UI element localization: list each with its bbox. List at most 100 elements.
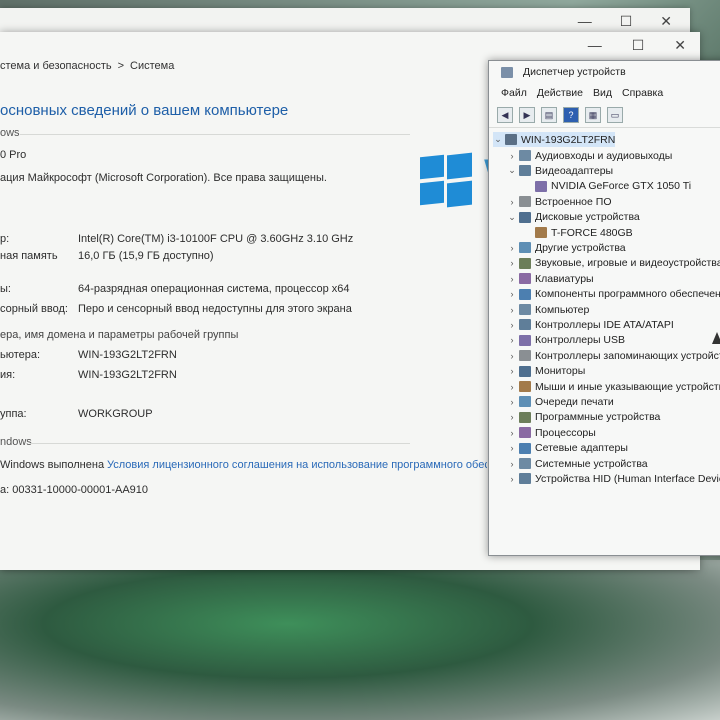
- maximize-button[interactable]: ☐: [632, 37, 645, 54]
- chevron-right-icon[interactable]: ›: [507, 443, 517, 453]
- tree-category-item[interactable]: › Компоненты программного обеспечения: [507, 287, 720, 302]
- menu-file[interactable]: Файл: [501, 87, 527, 99]
- chevron-right-icon[interactable]: ›: [507, 351, 517, 361]
- processor-label: р:: [0, 233, 10, 245]
- tree-item-label: Аудиовходы и аудиовыходы: [535, 149, 673, 162]
- chevron-right-icon[interactable]: ›: [507, 274, 517, 284]
- device-icon: [519, 334, 531, 346]
- device-icon: [519, 396, 531, 408]
- device-icon: [519, 442, 531, 454]
- chevron-right-icon[interactable]: ›: [507, 412, 517, 422]
- close-button[interactable]: ✕: [674, 37, 686, 54]
- tree-category-item[interactable]: › Системные устройства: [507, 456, 648, 471]
- tree-category-item[interactable]: ⌄ Видеоадаптеры: [507, 163, 613, 178]
- tree-root[interactable]: ⌄ WIN-193G2LT2FRN: [493, 132, 616, 147]
- maximize-button[interactable]: ☐: [620, 13, 633, 30]
- full-name-label: ия:: [0, 369, 16, 381]
- chevron-down-icon[interactable]: ⌄: [507, 165, 517, 176]
- tree-category-item[interactable]: › Клавиатуры: [507, 271, 594, 286]
- device-icon: [519, 427, 531, 439]
- breadcrumb-item-security[interactable]: стема и безопасность: [0, 60, 112, 72]
- mouse-cursor-icon: [712, 332, 720, 344]
- tree-category-item[interactable]: › Процессоры: [507, 425, 596, 440]
- chevron-right-icon: >: [117, 60, 125, 72]
- tree-category-item[interactable]: › Контроллеры USB: [507, 333, 626, 348]
- tree-category-item[interactable]: › Контроллеры IDE ATA/ATAPI: [507, 317, 674, 332]
- window-title: Диспетчер устройств: [523, 66, 626, 78]
- page-title: основных сведений о вашем компьютере: [0, 102, 289, 119]
- windows-version: 0 Pro: [0, 149, 27, 161]
- tree-item-label: Дисковые устройства: [535, 211, 640, 224]
- memory-value: 16,0 ГБ (15,9 ГБ доступно): [78, 250, 214, 262]
- chevron-right-icon[interactable]: ›: [507, 305, 517, 315]
- tree-item-label: Процессоры: [535, 426, 596, 439]
- tree-category-item[interactable]: › Встроенное ПО: [507, 194, 612, 209]
- tree-category-item[interactable]: › Программные устройства: [507, 410, 661, 425]
- minimize-button[interactable]: —: [578, 13, 592, 29]
- device-icon: [519, 273, 531, 285]
- chevron-right-icon[interactable]: ›: [507, 243, 517, 253]
- chevron-right-icon[interactable]: ›: [507, 151, 517, 161]
- tree-category-item[interactable]: › Компьютер: [507, 302, 590, 317]
- tree-category-item[interactable]: › Другие устройства: [507, 240, 626, 255]
- full-name-value: WIN-193G2LT2FRN: [78, 369, 177, 381]
- divider: [30, 443, 410, 444]
- menu-action[interactable]: Действие: [537, 87, 583, 99]
- chevron-right-icon[interactable]: ›: [507, 459, 517, 469]
- tree-item-label: Видеоадаптеры: [535, 164, 614, 177]
- chevron-right-icon[interactable]: ›: [507, 397, 517, 407]
- device-icon: [535, 180, 547, 192]
- forward-icon[interactable]: ▶: [519, 107, 535, 123]
- copyright-text: ация Майкрософт (Microsoft Corporation).…: [0, 172, 327, 184]
- tree-item-label: Программные устройства: [535, 411, 661, 424]
- chevron-right-icon[interactable]: ›: [507, 320, 517, 330]
- tree-category-item[interactable]: ⌄ Дисковые устройства: [507, 210, 640, 225]
- close-button[interactable]: ✕: [660, 13, 672, 30]
- license-link[interactable]: Условия лицензионного соглашения на испо…: [107, 459, 487, 471]
- tree-item-label: Системные устройства: [535, 457, 648, 470]
- tree-category-item[interactable]: › Устройства HID (Human Interface Devices…: [507, 471, 720, 486]
- chevron-right-icon[interactable]: ›: [507, 428, 517, 438]
- chevron-right-icon[interactable]: ›: [507, 335, 517, 345]
- menu-bar: Файл Действие Вид Справка: [489, 83, 720, 103]
- tree-device-item[interactable]: NVIDIA GeForce GTX 1050 Ti: [523, 179, 691, 194]
- tree-category-item[interactable]: › Мыши и иные указывающие устройства: [507, 379, 720, 394]
- section-computer: ера, имя домена и параметры рабочей груп…: [0, 329, 239, 341]
- system-type-label: ы:: [0, 283, 11, 295]
- tree-item-label: Другие устройства: [535, 241, 626, 254]
- tree-device-item[interactable]: T-FORCE 480GB: [523, 225, 633, 240]
- menu-view[interactable]: Вид: [593, 87, 612, 99]
- tree-item-label: Сетевые адаптеры: [535, 442, 628, 455]
- tree-category-item[interactable]: › Мониторы: [507, 364, 586, 379]
- breadcrumb: стема и безопасность > Система: [0, 60, 174, 72]
- section-activation: ndows: [0, 436, 32, 448]
- chevron-right-icon[interactable]: ›: [507, 382, 517, 392]
- minimize-button[interactable]: —: [588, 37, 602, 53]
- activation-status: Windows выполнена: [0, 459, 105, 471]
- view-icon[interactable]: ▦: [585, 107, 601, 123]
- tree-category-item[interactable]: › Контроллеры запоминающих устройств: [507, 348, 720, 363]
- system-window-titlebar: — ☐ ✕: [0, 32, 700, 58]
- tree-item-label: Мониторы: [535, 365, 586, 378]
- monitor-icon[interactable]: ▭: [607, 107, 623, 123]
- tree-category-item[interactable]: › Аудиовходы и аудиовыходы: [507, 148, 673, 163]
- back-icon[interactable]: ◀: [497, 107, 513, 123]
- breadcrumb-item-system[interactable]: Система: [130, 60, 174, 72]
- chevron-right-icon[interactable]: ›: [507, 289, 517, 299]
- tree-category-item[interactable]: › Очереди печати: [507, 394, 614, 409]
- chevron-down-icon[interactable]: ⌄: [507, 212, 517, 223]
- properties-icon[interactable]: ▤: [541, 107, 557, 123]
- chevron-right-icon[interactable]: ›: [507, 258, 517, 268]
- chevron-right-icon[interactable]: ›: [507, 366, 517, 376]
- chevron-down-icon[interactable]: ⌄: [493, 134, 503, 145]
- product-id: а: 00331-10000-00001-AA910: [0, 484, 149, 496]
- chevron-right-icon[interactable]: ›: [507, 474, 517, 484]
- tree-category-item[interactable]: › Сетевые адаптеры: [507, 441, 628, 456]
- menu-help[interactable]: Справка: [622, 87, 663, 99]
- device-icon: [519, 288, 531, 300]
- tree-item-label: Мыши и иные указывающие устройства: [535, 380, 720, 393]
- help-icon[interactable]: ?: [563, 107, 579, 123]
- tree-category-item[interactable]: › Звуковые, игровые и видеоустройства: [507, 256, 720, 271]
- device-icon: [519, 304, 531, 315]
- chevron-right-icon[interactable]: ›: [507, 197, 517, 207]
